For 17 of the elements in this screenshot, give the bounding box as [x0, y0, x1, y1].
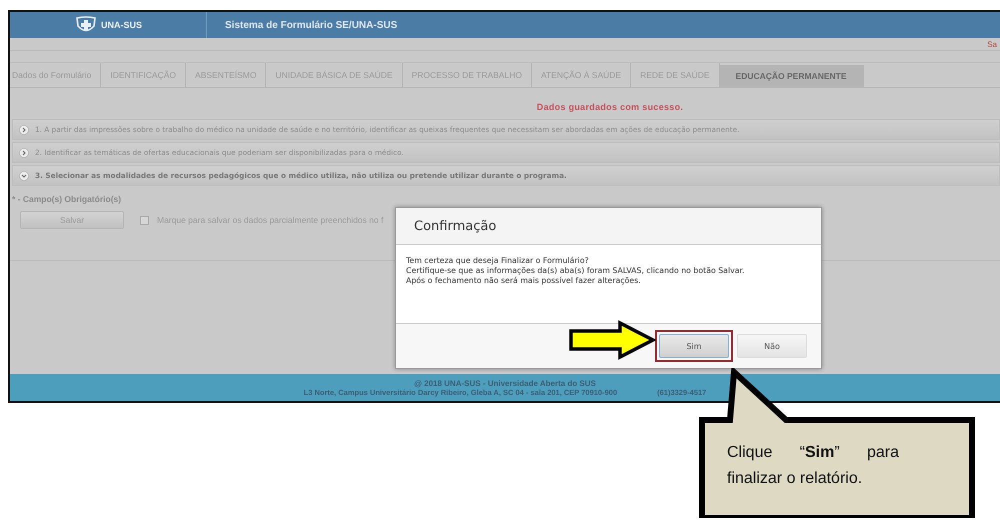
dialog-button[interactable]: Não [737, 334, 807, 358]
tab[interactable]: EDUCAÇÃO PERMANENTE [720, 65, 864, 87]
chevron-down-icon [19, 170, 29, 180]
top-link[interactable]: Sa [987, 40, 997, 48]
chevron-right-icon [19, 124, 29, 134]
checkbox[interactable] [140, 216, 149, 224]
arrow-icon [568, 320, 656, 360]
required-note: * - Campo(s) Obrigatório(s) [12, 194, 122, 204]
dialog-title: Confirmação [396, 208, 821, 245]
dialog-button[interactable]: Sim [659, 334, 729, 358]
status-message: Dados guardados com sucesso. [536, 102, 684, 112]
chevron-right-icon [19, 148, 29, 158]
callout-text: Clique “Sim” para finalizar o relatório. [727, 443, 899, 490]
app-title: Sistema de Formulário SE/UNA-SUS [225, 20, 398, 30]
shield-logo-icon [74, 16, 98, 34]
footer-copyright: @ 2018 UNA-SUS - Universidade Aberta do SUS [414, 378, 596, 388]
logo-text: UNA-SUS [100, 20, 142, 30]
